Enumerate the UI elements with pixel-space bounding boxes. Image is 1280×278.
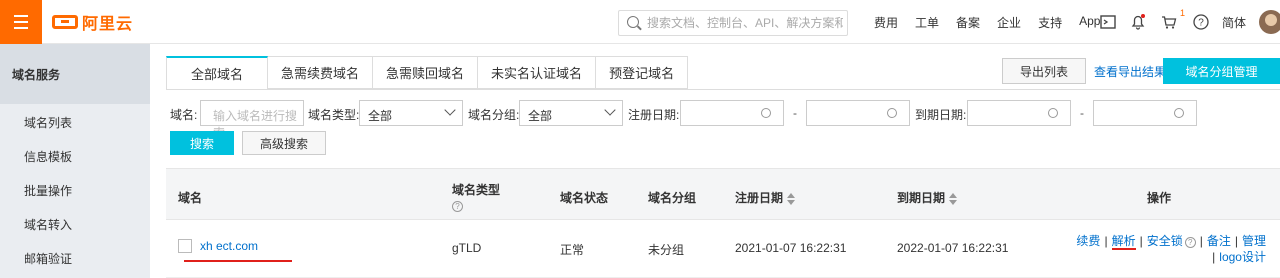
tab-preregistered[interactable]: 预登记域名 — [596, 56, 689, 89]
sidebar-item-transfer-in[interactable]: 域名转入 — [0, 206, 150, 240]
search-icon — [627, 16, 639, 28]
cell-exp-date: 2022-01-07 16:22:31 — [897, 241, 1009, 255]
calendar-icon — [1174, 108, 1184, 118]
tab-urgent-redeem[interactable]: 急需赎回域名 — [373, 56, 479, 89]
sidebar-item-batch[interactable]: 批量操作 — [0, 172, 150, 206]
search-input[interactable] — [647, 14, 843, 32]
nav-link-enterprise[interactable]: 企业 — [997, 14, 1021, 31]
range-separator: - — [793, 106, 797, 120]
nav-link-app[interactable]: App — [1079, 14, 1100, 31]
calendar-icon — [887, 108, 897, 118]
svg-text:?: ? — [1198, 18, 1204, 29]
cell-reg-date: 2021-01-07 16:22:31 — [735, 241, 847, 255]
row-actions: 续费 | 解析 | 安全锁? | 备注 | 管理 | logo设计 — [1076, 234, 1266, 264]
advanced-search-button[interactable]: 高级搜索 — [242, 131, 326, 155]
sidebar-title: 域名服务 — [0, 44, 150, 104]
chevron-down-icon — [604, 104, 616, 116]
language-switch[interactable]: 简体 — [1222, 14, 1246, 31]
col-ops: 操作 — [1147, 191, 1172, 205]
exp-date-end[interactable] — [1093, 100, 1197, 126]
sidebar-item-domain-list[interactable]: 域名列表 — [0, 104, 150, 138]
menu-icon[interactable] — [0, 0, 42, 44]
col-status: 域名状态 — [560, 191, 609, 205]
group-select[interactable]: 全部 — [519, 100, 623, 126]
view-export-link[interactable]: 查看导出结果 — [1094, 63, 1166, 80]
sort-icon[interactable] — [787, 192, 796, 205]
group-manage-button[interactable]: 域名分组管理 — [1163, 58, 1280, 84]
sort-icon[interactable] — [949, 192, 958, 205]
top-nav-links: 费用 工单 备案 企业 支持 App — [874, 14, 1117, 31]
tab-urgent-renew[interactable]: 急需续费域名 — [268, 56, 374, 89]
row-checkbox[interactable] — [178, 239, 192, 253]
annotation-underline — [184, 260, 292, 262]
reg-date-label: 注册日期: — [628, 108, 680, 122]
col-reg-date[interactable]: 注册日期 — [735, 189, 796, 206]
logo-text: 阿里云 — [82, 16, 134, 33]
tab-all-domains[interactable]: 全部域名 — [166, 56, 269, 89]
sidebar: 域名服务 域名列表 信息模板 批量操作 域名转入 邮箱验证 — [0, 44, 150, 278]
reg-date-start[interactable] — [680, 100, 784, 126]
global-search[interactable] — [618, 10, 848, 36]
help-icon[interactable]: ? — [1184, 237, 1196, 248]
tab-unverified[interactable]: 未实名认证域名 — [478, 56, 597, 89]
renew-link[interactable]: 续费 — [1076, 234, 1100, 248]
export-list-button[interactable]: 导出列表 — [1002, 58, 1086, 84]
cart-badge: 1 — [1180, 8, 1186, 18]
sidebar-item-templates[interactable]: 信息模板 — [0, 138, 150, 172]
tabs-divider — [166, 89, 1280, 90]
logo-design-link[interactable]: logo设计 — [1219, 250, 1266, 264]
table-header: 域名 域名类型 ? 域名状态 域名分组 注册日期 到期日期 操作 — [166, 168, 1280, 220]
top-navbar: 阿里云 费用 工单 备案 企业 支持 App 1 ? 简体 — [0, 0, 1280, 44]
col-domain: 域名 — [178, 191, 203, 205]
group-filter-label: 域名分组: — [468, 108, 520, 122]
cart-icon[interactable] — [1160, 13, 1178, 31]
search-button[interactable]: 搜索 — [170, 131, 234, 155]
help-icon[interactable]: ? — [452, 201, 463, 212]
help-icon[interactable]: ? — [1192, 13, 1210, 31]
calendar-icon — [761, 108, 771, 118]
nav-link-tickets[interactable]: 工单 — [915, 14, 939, 31]
range-separator: - — [1080, 106, 1084, 120]
domain-filter-label: 域名: — [170, 108, 198, 122]
logo-mark-icon — [52, 15, 78, 29]
cell-group: 未分组 — [648, 243, 685, 257]
domain-search-field[interactable]: 输入域名进行搜索 — [200, 100, 304, 140]
reg-date-end[interactable] — [806, 100, 910, 126]
terminal-icon[interactable] — [1099, 13, 1117, 31]
table-row: xh ect.com gTLD 正常 未分组 2021-01-07 16:22:… — [166, 221, 1280, 278]
col-exp-date[interactable]: 到期日期 — [897, 189, 958, 206]
exp-date-start[interactable] — [967, 100, 1071, 126]
manage-link[interactable]: 管理 — [1242, 234, 1266, 248]
calendar-icon — [1048, 108, 1058, 118]
nav-link-billing[interactable]: 费用 — [874, 14, 898, 31]
nav-link-filing[interactable]: 备案 — [956, 14, 980, 31]
security-lock-link[interactable]: 安全锁 — [1147, 234, 1183, 248]
type-filter-label: 域名类型: — [308, 108, 360, 122]
col-group: 域名分组 — [648, 191, 697, 205]
domain-name-link[interactable]: xh ect.com — [200, 239, 258, 253]
remark-link[interactable]: 备注 — [1207, 234, 1231, 248]
cell-status: 正常 — [560, 243, 585, 257]
sidebar-item-email-verify[interactable]: 邮箱验证 — [0, 240, 150, 274]
col-type: 域名类型 ? — [452, 183, 501, 212]
main-panel: 全部域名 急需续费域名 急需赎回域名 未实名认证域名 预登记域名 导出列表 查看… — [150, 44, 1280, 278]
chevron-down-icon — [444, 104, 456, 116]
dns-resolve-link[interactable]: 解析 — [1111, 234, 1136, 250]
user-avatar[interactable] — [1259, 10, 1280, 34]
bell-icon[interactable] — [1129, 13, 1147, 31]
type-select[interactable]: 全部 — [359, 100, 463, 126]
cell-type: gTLD — [452, 241, 482, 255]
exp-date-label: 到期日期: — [915, 108, 967, 122]
domain-tabs: 全部域名 急需续费域名 急需赎回域名 未实名认证域名 预登记域名 — [166, 56, 689, 89]
nav-link-support[interactable]: 支持 — [1038, 14, 1062, 31]
aliyun-logo[interactable]: 阿里云 — [52, 12, 134, 33]
